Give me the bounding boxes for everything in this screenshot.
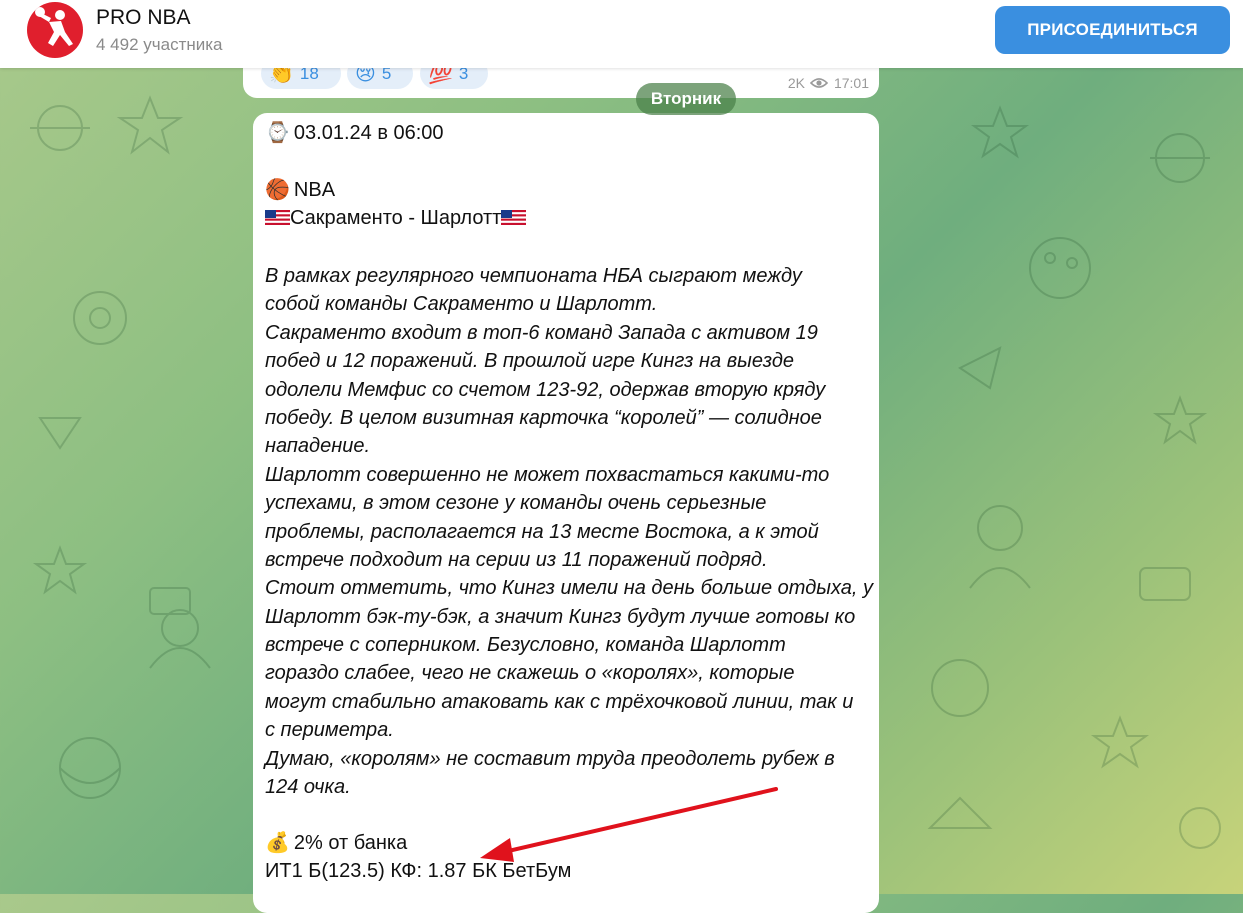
watch-emoji-icon: ⌚ [265, 122, 290, 144]
analysis-line: Шарлотт совершенно не может похвастаться… [265, 463, 830, 486]
channel-avatar[interactable] [27, 2, 83, 58]
analysis-line: встрече подходит на серии из 11 поражени… [265, 548, 768, 571]
analysis-line: Шарлотт бэк-ту-бэк, а значит Кингз будут… [265, 605, 856, 628]
analysis-line: нападение. [265, 435, 371, 458]
us-flag-icon [265, 210, 290, 226]
join-button[interactable]: ПРИСОЕДИНИТЬСЯ [995, 6, 1230, 54]
analysis-line: Думаю, «королям» не составит труда преод… [265, 747, 835, 770]
channel-title[interactable]: PRO NBA [96, 6, 191, 30]
us-flag-icon [501, 210, 527, 226]
analysis-line: гораздо слабее, чего не скажешь о «корол… [265, 662, 795, 685]
analysis-line: одолели Мемфис со счетом 123-92, одержав… [265, 378, 826, 401]
analysis-line: проблемы, располагается на 13 месте Вост… [265, 520, 819, 543]
post-matchup-line: Сакраменто - Шарлотт [265, 204, 527, 232]
post-league-line: 🏀 NBA Сакраменто - Шарлотт [265, 176, 527, 233]
analysis-line: Сакраменто входит в топ-6 команд Запада … [265, 321, 818, 344]
analysis-line: с периметра. [265, 719, 394, 742]
analysis-line: Стоит отметить, что Кингз имели на день … [265, 577, 874, 600]
post-datetime-line: ⌚ 03.01.24 в 06:00 [265, 119, 444, 147]
analysis-line: собой команды Сакраменто и Шарлотт. [265, 293, 658, 316]
message-time: 17:01 [833, 75, 869, 91]
channel-header: PRO NBA 4 492 участника ПРИСОЕДИНИТЬСЯ [0, 0, 1243, 68]
post-analysis: В рамках регулярного чемпионата НБА сыгр… [265, 262, 873, 801]
annotation-arrow [480, 787, 778, 862]
view-count: 2K [787, 75, 805, 91]
money-bag-emoji-icon: 💰 [265, 832, 290, 854]
eye-icon [809, 78, 828, 88]
basketball-emoji-icon: 🏀 [265, 179, 290, 201]
analysis-line: победу. В целом визитная карточка “корол… [265, 406, 822, 429]
basketball-player-icon [35, 7, 73, 46]
message-meta: 2K 17:01 [788, 75, 869, 91]
post-stake: 2% от банка [293, 832, 408, 854]
analysis-line: могут стабильно атаковать как с трёхочко… [265, 690, 854, 713]
post-league: NBA [293, 179, 336, 201]
member-count: 4 492 участника [96, 35, 223, 54]
analysis-line: побед и 12 поражений. В прошлой игре Кин… [265, 350, 795, 373]
analysis-line: встрече с соперником. Безусловно, команд… [265, 634, 786, 657]
analysis-line: успехами, в этом сезоне у команды очень … [265, 492, 767, 515]
post-datetime: 03.01.24 в 06:00 [293, 122, 444, 144]
post-matchup: Сакраменто - Шарлотт [290, 207, 502, 230]
analysis-line: В рамках регулярного чемпионата НБА сыгр… [265, 265, 802, 287]
date-separator: Вторник [636, 83, 736, 115]
